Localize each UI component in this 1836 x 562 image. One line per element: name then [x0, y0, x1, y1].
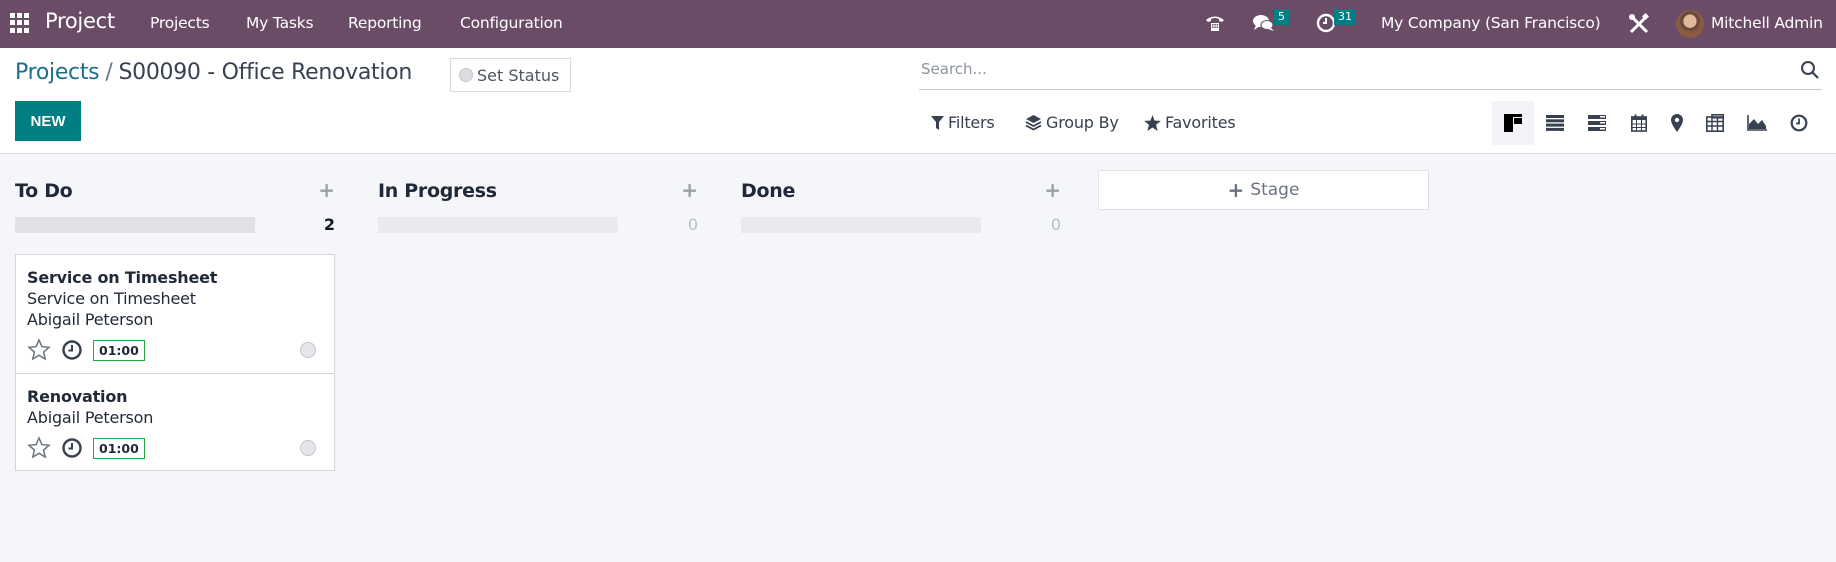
add-stage-button[interactable]: + Stage	[1098, 170, 1429, 210]
apps-grid-icon[interactable]	[10, 13, 30, 33]
add-stage-label: Stage	[1250, 180, 1300, 200]
tools-icon[interactable]	[1627, 12, 1651, 40]
kanban-card[interactable]: Renovation Abigail Peterson 01:00	[15, 373, 335, 471]
view-list-button[interactable]	[1534, 101, 1576, 145]
column-count: 2	[323, 215, 335, 234]
clock-view-icon	[1790, 114, 1808, 132]
quick-add-button[interactable]: +	[681, 178, 698, 202]
activities-count-badge: 31	[1334, 9, 1356, 25]
menu-my-tasks[interactable]: My Tasks	[246, 14, 314, 32]
activity-clock-icon[interactable]	[61, 437, 83, 459]
company-switcher[interactable]: My Company (San Francisco)	[1381, 14, 1601, 32]
quick-add-button[interactable]: +	[1044, 178, 1061, 202]
user-avatar[interactable]	[1676, 10, 1704, 38]
menu-reporting[interactable]: Reporting	[348, 14, 422, 32]
pivot-table-icon	[1706, 114, 1724, 132]
card-assignee: Abigail Peterson	[27, 310, 154, 329]
layers-icon	[1025, 115, 1042, 131]
star-filled-icon	[1144, 114, 1161, 131]
task-state-indicator[interactable]	[300, 440, 316, 456]
group-by-button[interactable]: Group By	[1025, 113, 1119, 132]
star-icon[interactable]	[27, 436, 51, 460]
kanban-card[interactable]: Service on Timesheet Service on Timeshee…	[15, 254, 335, 374]
favorites-label: Favorites	[1165, 113, 1236, 132]
card-title: Service on Timesheet	[27, 268, 218, 287]
menu-configuration[interactable]: Configuration	[460, 14, 563, 32]
view-timeline-button[interactable]	[1778, 101, 1820, 145]
quick-add-button[interactable]: +	[318, 178, 335, 202]
column-progress-bar[interactable]	[741, 217, 981, 233]
group-by-label: Group By	[1046, 113, 1119, 132]
activity-view-icon	[1588, 115, 1606, 131]
app-brand[interactable]: Project	[45, 9, 115, 33]
column-count: 0	[687, 215, 698, 234]
column-title[interactable]: Done	[741, 180, 795, 202]
plus-icon: +	[1227, 178, 1245, 202]
favorites-button[interactable]: Favorites	[1144, 113, 1236, 132]
card-title: Renovation	[27, 387, 128, 406]
calendar-view-icon	[1631, 114, 1647, 132]
set-status-button[interactable]: Set Status	[450, 58, 571, 92]
menu-projects[interactable]: Projects	[150, 14, 210, 32]
search-bar	[919, 52, 1822, 90]
control-panel: Projects / S00090 - Office Renovation Set …	[0, 48, 1836, 154]
kanban-view-icon	[1504, 114, 1522, 132]
view-kanban-button[interactable]	[1492, 101, 1534, 145]
view-calendar-button[interactable]	[1618, 101, 1660, 145]
star-icon[interactable]	[27, 338, 51, 362]
breadcrumb-separator: /	[105, 60, 113, 85]
activity-clock-icon[interactable]	[61, 339, 83, 361]
card-assignee: Abigail Peterson	[27, 408, 154, 427]
column-progress-bar[interactable]	[15, 217, 255, 233]
messages-count-badge: 5	[1274, 9, 1289, 25]
filters-button[interactable]: Filters	[931, 113, 995, 132]
top-navbar: Project Projects My Tasks Reporting Conf…	[0, 0, 1836, 48]
breadcrumb-projects-link[interactable]: Projects	[15, 60, 100, 85]
breadcrumb: Projects / S00090 - Office Renovation	[15, 60, 412, 85]
view-graph-button[interactable]	[1736, 101, 1778, 145]
messages-icon[interactable]	[1252, 12, 1276, 38]
allocated-hours-badge: 01:00	[93, 339, 145, 361]
column-progress-bar[interactable]	[378, 217, 618, 233]
user-menu[interactable]: Mitchell Admin	[1711, 14, 1823, 32]
search-icon[interactable]	[1800, 60, 1820, 80]
column-title[interactable]: In Progress	[378, 180, 497, 202]
task-state-indicator[interactable]	[300, 342, 316, 358]
filter-icon	[931, 115, 944, 130]
map-pin-icon	[1671, 114, 1683, 132]
filters-label: Filters	[948, 113, 995, 132]
view-activity-button[interactable]	[1576, 101, 1618, 145]
column-title[interactable]: To Do	[15, 180, 73, 202]
phone-icon[interactable]	[1204, 12, 1226, 38]
breadcrumb-current: S00090 - Office Renovation	[118, 60, 412, 85]
set-status-label: Set Status	[477, 65, 560, 85]
list-view-icon	[1546, 115, 1564, 131]
status-circle-icon	[459, 68, 473, 82]
area-chart-icon	[1747, 115, 1767, 131]
new-button[interactable]: NEW	[15, 101, 81, 141]
card-project: Service on Timesheet	[27, 289, 196, 308]
view-pivot-button[interactable]	[1694, 101, 1736, 145]
view-map-button[interactable]	[1656, 101, 1698, 145]
column-count: 0	[1050, 215, 1061, 234]
allocated-hours-badge: 01:00	[93, 437, 145, 459]
search-input[interactable]	[921, 60, 1781, 78]
